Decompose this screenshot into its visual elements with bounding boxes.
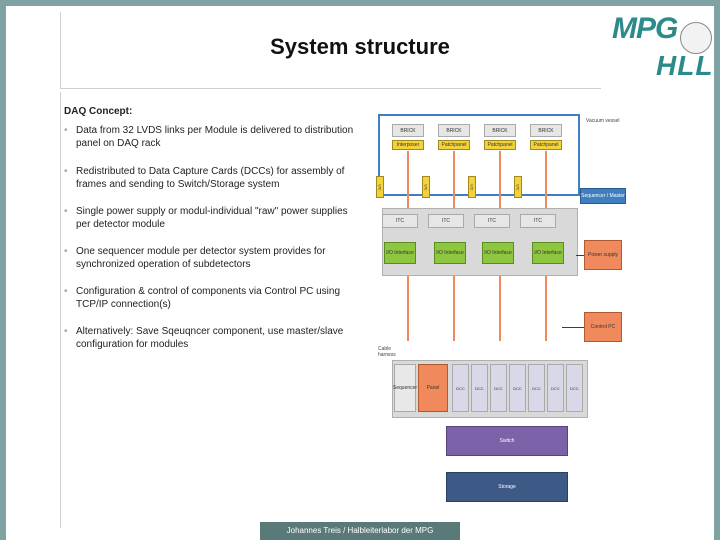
bullet-text: Alternatively: Save Sqeuqncer component,… [76,326,344,350]
logo-text-top: MPG [612,12,678,45]
sequencer-box: Sequencer [393,364,417,412]
bullet-icon: • [64,206,68,217]
cable-harness-label: Cable harness [378,346,396,358]
power-line [576,255,584,256]
dcc-5: DCC [528,364,545,412]
itc-2: ITC [428,214,464,228]
vc-2: V/C [422,176,430,198]
bullet-icon: • [64,246,68,257]
patchpanel-1: Interposer [392,140,424,150]
itc-1: ITC [382,214,418,228]
logo-text-bottom: HLL [656,50,714,81]
patchpanel-2: Patchpanel [438,140,470,150]
patchpanel-3: Patchpanel [484,140,516,150]
slide-title: System structure [270,34,450,59]
itc-4: ITC [520,214,556,228]
bullet-item: • Redistributed to Data Capture Cards (DC… [62,165,357,191]
vc-4: V/C [514,176,522,198]
control-pc: Control PC [584,312,622,342]
bullet-item: • Configuration & control of components v… [62,285,357,311]
dcc-2: DCC [471,364,488,412]
sequencer-master: Sequencer / Master [580,188,626,204]
bullet-icon: • [64,125,68,136]
io-interface-4: I/O Interface [532,242,564,264]
system-diagram: Vacuum vessel BRICK BRICK BRICK BRICK In… [362,110,642,510]
bullet-text: Configuration & control of components vi… [76,286,341,310]
dcc-7: DCC [566,364,583,412]
brick-3: BRICK [484,124,516,137]
power-supply: Power supply [584,240,622,270]
bullet-icon: • [64,286,68,297]
vc-3: V/C [468,176,476,198]
patchpanel-4: Patchpanel [530,140,562,150]
daq-heading: DAQ Concept: [64,106,133,117]
dcc-1: DCC [452,364,469,412]
vacuum-label: Vacuum vessel [586,118,620,124]
bullet-item: • Single power supply or modul-individual… [62,205,357,231]
bullet-text: One sequencer module per detector system… [76,246,326,270]
dcc-3: DCC [490,364,507,412]
io-interface-3: I/O Interface [482,242,514,264]
vc-1: V/C [376,176,384,198]
io-interface-1: I/O Interface [384,242,416,264]
frame-right [714,0,720,540]
brick-2: BRICK [438,124,470,137]
distribution-panel: Panel [418,364,448,412]
bullet-icon: • [64,326,68,337]
itc-3: ITC [474,214,510,228]
footer-text: Johannes Treis / Halbleiterlabor der MPG [286,526,434,535]
brick-4: BRICK [530,124,562,137]
bullet-list: • Data from 32 LVDS links per Module is d… [62,124,357,365]
switch-box: Switch [446,426,568,456]
bullet-text: Single power supply or modul-individual … [76,206,348,230]
bullet-icon: • [64,166,68,177]
control-line [562,327,584,328]
bullet-item: • Data from 32 LVDS links per Module is d… [62,124,357,150]
frame-top [0,0,720,6]
io-interface-2: I/O Interface [434,242,466,264]
dcc-6: DCC [547,364,564,412]
mpg-hll-logo: MPG HLL [606,10,714,88]
bullet-text: Redistributed to Data Capture Cards (DCC… [76,166,345,190]
dcc-4: DCC [509,364,526,412]
frame-left [0,0,6,540]
bullet-item: • One sequencer module per detector syste… [62,245,357,271]
bullet-text: Data from 32 LVDS links per Module is de… [76,125,354,149]
brick-1: BRICK [392,124,424,137]
bullet-item: • Alternatively: Save Sqeuqncer component… [62,325,357,351]
storage-box: Storage [446,472,568,502]
